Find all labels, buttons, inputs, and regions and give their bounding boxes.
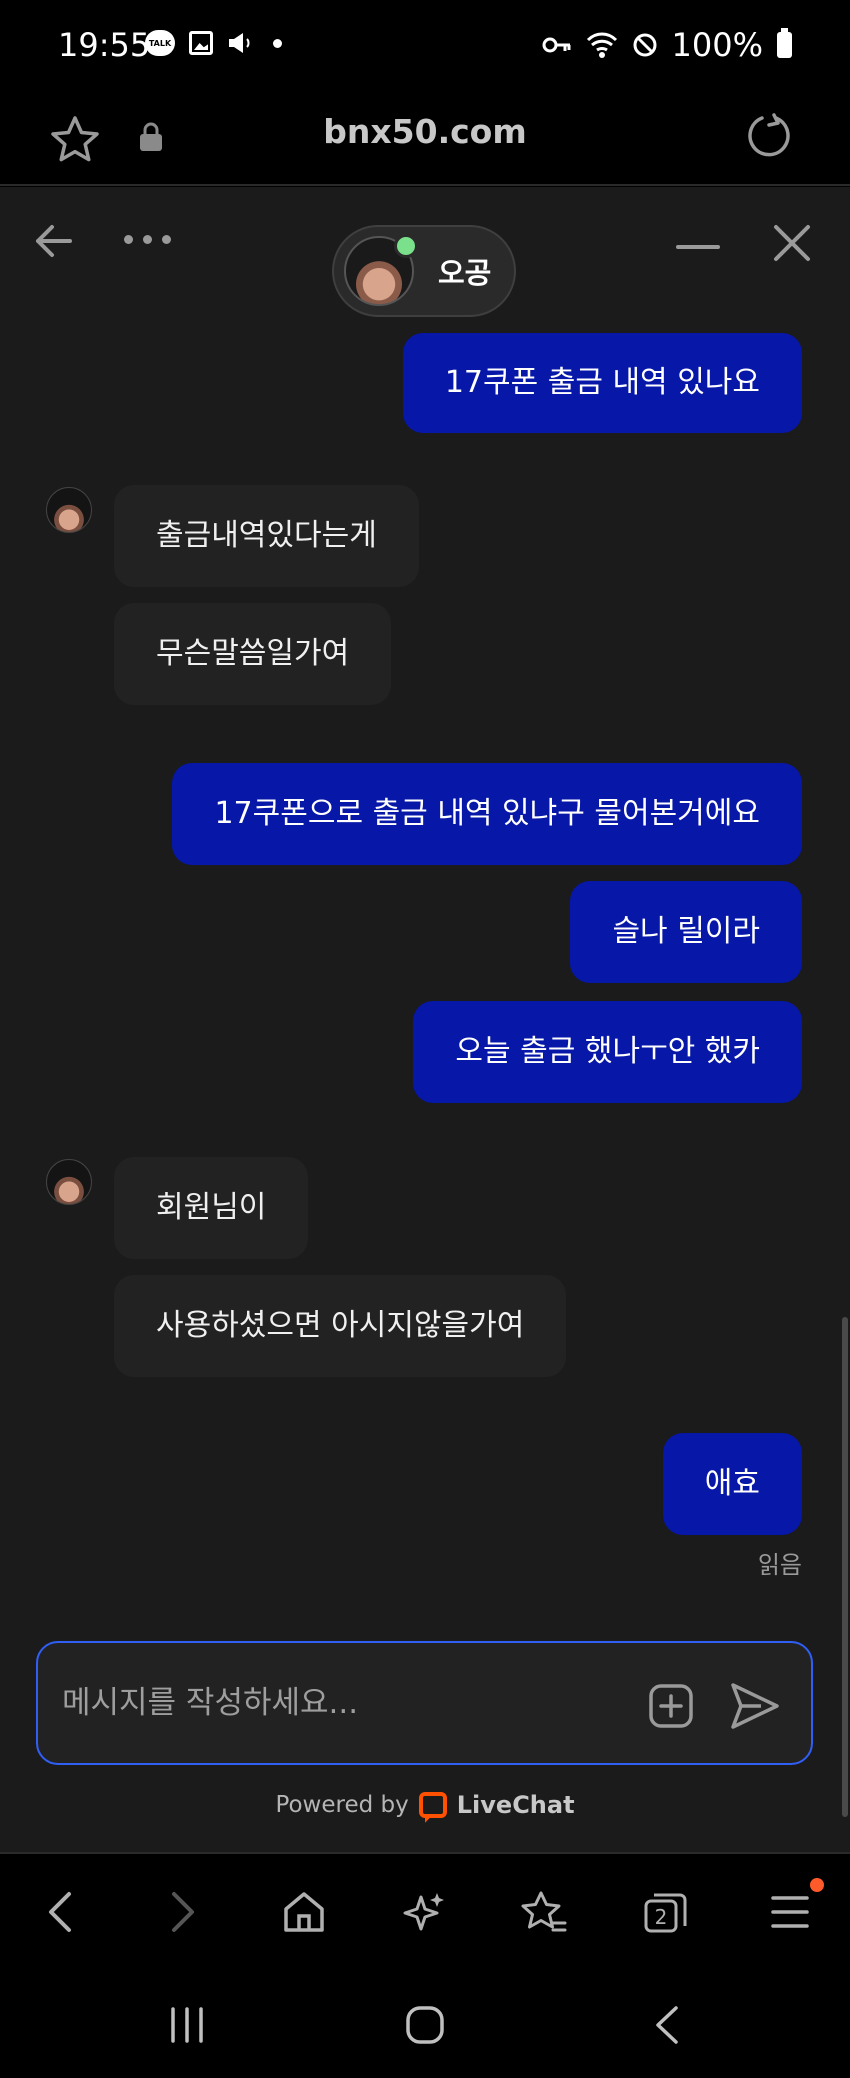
browser-toolbar: 2: [0, 1852, 850, 1968]
browser-address-bar: bnx50.com: [0, 92, 850, 186]
chat-more-options-button[interactable]: [124, 229, 178, 249]
more-notifications-dot: [273, 38, 282, 48]
reload-button[interactable]: [742, 108, 798, 164]
url-field[interactable]: bnx50.com: [0, 112, 850, 151]
chat-back-button[interactable]: [30, 219, 80, 263]
vpn-key-icon: [542, 37, 571, 53]
scrollbar[interactable]: [842, 1317, 848, 1817]
battery-percent: 100%: [671, 26, 763, 64]
attach-button[interactable]: [648, 1683, 694, 1729]
message-incoming: 출금내역있다는게: [114, 485, 419, 587]
browser-home-button[interactable]: [276, 1884, 332, 1940]
message-incoming: 회원님이: [114, 1157, 309, 1259]
agent-info-pill[interactable]: 오공: [332, 225, 516, 317]
livechat-brand[interactable]: LiveChat: [457, 1791, 575, 1819]
home-icon: [406, 2006, 444, 2044]
do-not-disturb-icon: [633, 33, 657, 57]
online-status-dot: [394, 234, 418, 258]
chat-header: 오공: [0, 187, 850, 317]
message-outgoing: 애효: [662, 1433, 802, 1535]
powered-by-footer: Powered by LiveChat: [0, 1791, 850, 1819]
status-right: 100%: [542, 26, 792, 64]
dot-icon: [162, 234, 171, 244]
system-navigation-bar: [0, 1968, 850, 2078]
kakaotalk-icon: TALK: [145, 30, 175, 56]
home-icon: [284, 1892, 324, 1932]
browser-tabs-button[interactable]: 2: [638, 1884, 694, 1940]
back-arrow-icon: [36, 225, 72, 257]
battery-icon: [777, 28, 792, 58]
browser-ai-button[interactable]: [396, 1884, 452, 1940]
message-outgoing: 17쿠폰으로 출금 내역 있냐구 물어본거에요: [172, 763, 802, 865]
tabs-count: 2: [655, 1905, 668, 1929]
browser-bookmarks-button[interactable]: [516, 1884, 572, 1940]
menu-notification-dot: [810, 1878, 824, 1892]
back-arrow-icon: [49, 1892, 71, 1932]
back-icon: [656, 2006, 678, 2044]
status-time: 19:55: [58, 26, 151, 64]
star-icon: [51, 116, 99, 162]
notification-icons: TALK: [145, 30, 282, 56]
recents-button[interactable]: [162, 2000, 212, 2050]
recents-icon: [171, 2007, 203, 2043]
plus-square-icon: [649, 1684, 693, 1728]
agent-avatar-wrap: [344, 234, 418, 306]
message-incoming: 사용하셨으면 아시지않을가여: [114, 1275, 567, 1377]
message-composer: [36, 1641, 813, 1765]
agent-avatar: [46, 487, 92, 533]
minimize-chat-button[interactable]: [676, 235, 720, 255]
lock-icon: [140, 122, 162, 151]
close-icon: [774, 225, 810, 261]
megaphone-icon: [229, 33, 250, 53]
message-input[interactable]: [62, 1675, 622, 1731]
sparkle-icon: [403, 1893, 444, 1931]
reload-icon: [748, 113, 790, 157]
read-receipt: 읽음: [757, 1551, 802, 1579]
livechat-logo-icon: [418, 1792, 447, 1818]
send-icon: [731, 1683, 779, 1729]
browser-back-button[interactable]: [32, 1884, 88, 1940]
forward-arrow-icon: [172, 1892, 194, 1932]
dot-icon: [143, 234, 152, 244]
message-outgoing: 오늘 출금 했나ㅜ안 했카: [413, 1001, 802, 1103]
status-bar: 19:55 TALK 100%: [0, 0, 850, 92]
system-back-button[interactable]: [642, 2000, 692, 2050]
wifi-icon: [586, 32, 617, 58]
close-chat-button[interactable]: [770, 221, 814, 265]
powered-by-label: Powered by: [275, 1792, 409, 1818]
menu-icon: [771, 1896, 809, 1928]
bookmarks-icon: [521, 1891, 567, 1932]
message-outgoing: 17쿠폰 출금 내역 있나요: [402, 333, 802, 433]
send-button[interactable]: [728, 1679, 782, 1733]
browser-menu-button[interactable]: [762, 1878, 824, 1940]
message-outgoing: 슬나 릴이라: [570, 881, 802, 983]
image-notification-icon: [189, 31, 213, 55]
bookmark-star-button[interactable]: [48, 112, 102, 166]
message-incoming: 무슨말씀일가여: [114, 603, 392, 705]
system-home-button[interactable]: [400, 2000, 450, 2050]
browser-forward-button[interactable]: [155, 1884, 211, 1940]
agent-name: 오공: [438, 256, 492, 290]
agent-avatar: [46, 1159, 92, 1205]
chat-window: 17쿠폰 출금 내역 있나요 출금내역있다는게 무슨말씀일가여 17쿠폰으로 출…: [0, 187, 850, 1852]
tabs-icon: 2: [644, 1893, 687, 1933]
dot-icon: [124, 234, 133, 244]
